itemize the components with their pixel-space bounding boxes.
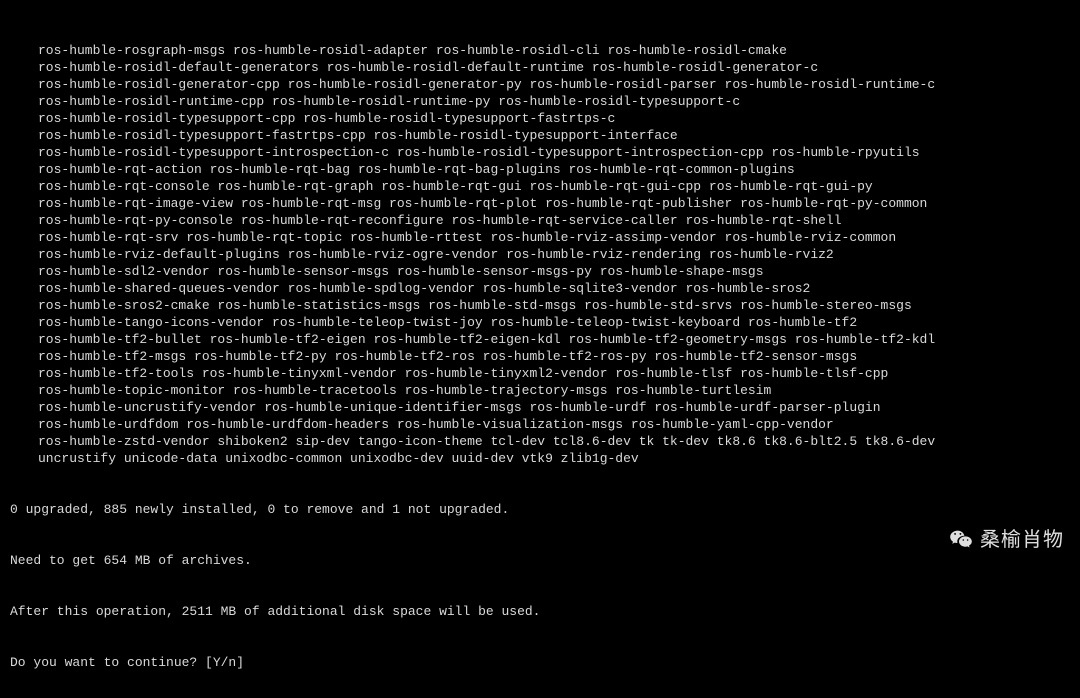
package-line: ros-humble-rqt-image-view ros-humble-rqt… — [10, 195, 1070, 212]
package-line: ros-humble-rqt-action ros-humble-rqt-bag… — [10, 161, 1070, 178]
package-line: ros-humble-zstd-vendor shiboken2 sip-dev… — [10, 433, 1070, 450]
package-line: ros-humble-urdfdom ros-humble-urdfdom-he… — [10, 416, 1070, 433]
package-line: ros-humble-rosgraph-msgs ros-humble-rosi… — [10, 42, 1070, 59]
package-line: uncrustify unicode-data unixodbc-common … — [10, 450, 1070, 467]
package-line: ros-humble-uncrustify-vendor ros-humble-… — [10, 399, 1070, 416]
package-line: ros-humble-tango-icons-vendor ros-humble… — [10, 314, 1070, 331]
package-line: ros-humble-rosidl-typesupport-cpp ros-hu… — [10, 110, 1070, 127]
summary-after-op: After this operation, 2511 MB of additio… — [10, 603, 1070, 620]
package-line: ros-humble-rosidl-typesupport-introspect… — [10, 144, 1070, 161]
package-line: ros-humble-rqt-srv ros-humble-rqt-topic … — [10, 229, 1070, 246]
package-line: ros-humble-shared-queues-vendor ros-humb… — [10, 280, 1070, 297]
package-line: ros-humble-sros2-cmake ros-humble-statis… — [10, 297, 1070, 314]
package-line: ros-humble-rqt-console ros-humble-rqt-gr… — [10, 178, 1070, 195]
package-line: ros-humble-topic-monitor ros-humble-trac… — [10, 382, 1070, 399]
package-line: ros-humble-sdl2-vendor ros-humble-sensor… — [10, 263, 1070, 280]
package-line: ros-humble-tf2-tools ros-humble-tinyxml-… — [10, 365, 1070, 382]
continue-prompt[interactable]: Do you want to continue? [Y/n] — [10, 654, 1070, 671]
package-line: ros-humble-rosidl-generator-cpp ros-humb… — [10, 76, 1070, 93]
package-list: ros-humble-rosgraph-msgs ros-humble-rosi… — [10, 42, 1070, 467]
package-line: ros-humble-rosidl-default-generators ros… — [10, 59, 1070, 76]
summary-upgrade: 0 upgraded, 885 newly installed, 0 to re… — [10, 501, 1070, 518]
package-line: ros-humble-rviz-default-plugins ros-humb… — [10, 246, 1070, 263]
package-line: ros-humble-tf2-bullet ros-humble-tf2-eig… — [10, 331, 1070, 348]
package-line: ros-humble-rosidl-typesupport-fastrtps-c… — [10, 127, 1070, 144]
package-line: ros-humble-rqt-py-console ros-humble-rqt… — [10, 212, 1070, 229]
terminal-output: ros-humble-rosgraph-msgs ros-humble-rosi… — [0, 0, 1080, 698]
summary-need-get: Need to get 654 MB of archives. — [10, 552, 1070, 569]
package-line: ros-humble-tf2-msgs ros-humble-tf2-py ro… — [10, 348, 1070, 365]
package-line: ros-humble-rosidl-runtime-cpp ros-humble… — [10, 93, 1070, 110]
